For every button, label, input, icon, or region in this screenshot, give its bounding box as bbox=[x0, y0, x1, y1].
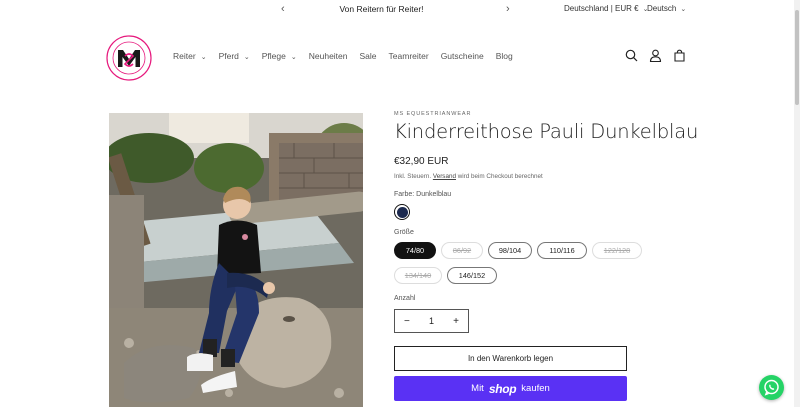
main-nav: Reiter ⌄ Pferd ⌄ Pflege ⌄ Neuheiten Sale Te… bbox=[173, 51, 525, 61]
size-option-110-116[interactable]: 110/116 bbox=[537, 242, 587, 259]
add-to-cart-button[interactable]: In den Warenkorb legen bbox=[394, 346, 627, 371]
chevron-right-icon[interactable]: › bbox=[506, 3, 510, 15]
language-selector[interactable]: Deutsch ⌄ bbox=[647, 4, 686, 13]
quantity-value[interactable]: 1 bbox=[429, 316, 434, 326]
header-actions bbox=[625, 49, 686, 63]
tax-note: Inkl. Steuern. Versand wird beim Checkou… bbox=[394, 173, 543, 180]
scrollbar-thumb[interactable] bbox=[795, 10, 799, 105]
nav-item-pferd[interactable]: Pferd ⌄ bbox=[219, 51, 250, 61]
country-label: Deutschland | EUR € bbox=[564, 4, 639, 13]
nav-item-blog[interactable]: Blog bbox=[496, 51, 513, 61]
shop-pay-prefix: Mit bbox=[471, 383, 484, 394]
chevron-down-icon: ⌄ bbox=[200, 54, 207, 61]
nav-label: Pflege bbox=[261, 51, 286, 61]
search-icon[interactable] bbox=[625, 49, 638, 62]
size-option-122-128[interactable]: 122/128 bbox=[592, 242, 642, 259]
tax-prefix: Inkl. Steuern. bbox=[394, 173, 432, 180]
language-label: Deutsch bbox=[647, 4, 677, 13]
nav-label: Pferd bbox=[218, 51, 239, 61]
color-label: Farbe: Dunkelblau bbox=[394, 191, 452, 198]
announcement-bar: ‹ Von Reitern für Reiter! › Deutschland … bbox=[0, 0, 800, 20]
product-photo bbox=[109, 113, 363, 407]
product-title: Kinderreithose Pauli Dunkelblau bbox=[394, 120, 699, 143]
page-scrollbar[interactable] bbox=[794, 0, 800, 407]
quantity-stepper: − 1 + bbox=[394, 309, 469, 333]
nav-item-sale[interactable]: Sale bbox=[360, 51, 377, 61]
nav-item-reiter[interactable]: Reiter ⌄ bbox=[173, 51, 207, 61]
whatsapp-chat-button[interactable] bbox=[759, 375, 784, 400]
country-selector[interactable]: Deutschland | EUR € ⌄ bbox=[564, 4, 648, 13]
nav-item-neuheiten[interactable]: Neuheiten bbox=[309, 51, 348, 61]
product-price: €32,90 EUR bbox=[394, 156, 449, 167]
chevron-down-icon: ⌄ bbox=[680, 6, 687, 13]
color-swatch-dunkelblau[interactable] bbox=[394, 204, 410, 220]
nav-label: Reiter bbox=[173, 51, 196, 61]
size-option-98-104[interactable]: 98/104 bbox=[488, 242, 532, 259]
chevron-down-icon: ⌄ bbox=[290, 54, 297, 61]
shop-pay-button[interactable]: Mit shop kaufen bbox=[394, 376, 627, 401]
size-option-146-152[interactable]: 146/152 bbox=[447, 267, 497, 284]
shop-pay-logo: shop bbox=[488, 381, 517, 396]
nav-item-teamreiter[interactable]: Teamreiter bbox=[389, 51, 429, 61]
quantity-label: Anzahl bbox=[394, 295, 416, 302]
size-option-134-140[interactable]: 134/140 bbox=[394, 267, 442, 284]
whatsapp-icon bbox=[764, 379, 779, 396]
size-option-74-80[interactable]: 74/80 bbox=[394, 242, 436, 259]
nav-item-gutscheine[interactable]: Gutscheine bbox=[441, 51, 484, 61]
size-option-86-92[interactable]: 86/92 bbox=[441, 242, 483, 259]
chevron-down-icon: ⌄ bbox=[243, 54, 250, 61]
cart-icon[interactable] bbox=[673, 49, 686, 62]
nav-item-pflege[interactable]: Pflege ⌄ bbox=[262, 51, 297, 61]
shipping-link[interactable]: Versand bbox=[433, 173, 456, 180]
account-icon[interactable] bbox=[649, 49, 662, 63]
tax-suffix: wird beim Checkout berechnet bbox=[457, 173, 543, 180]
quantity-increase-button[interactable]: + bbox=[453, 316, 459, 327]
brand-logo[interactable] bbox=[106, 35, 152, 81]
swatch-fill bbox=[396, 206, 408, 218]
shop-pay-suffix: kaufen bbox=[521, 383, 550, 394]
size-label: Größe bbox=[394, 229, 414, 236]
product-image[interactable] bbox=[109, 113, 363, 407]
product-vendor: MS EQUESTRIANWEAR bbox=[394, 111, 472, 117]
quantity-decrease-button[interactable]: − bbox=[404, 316, 410, 327]
